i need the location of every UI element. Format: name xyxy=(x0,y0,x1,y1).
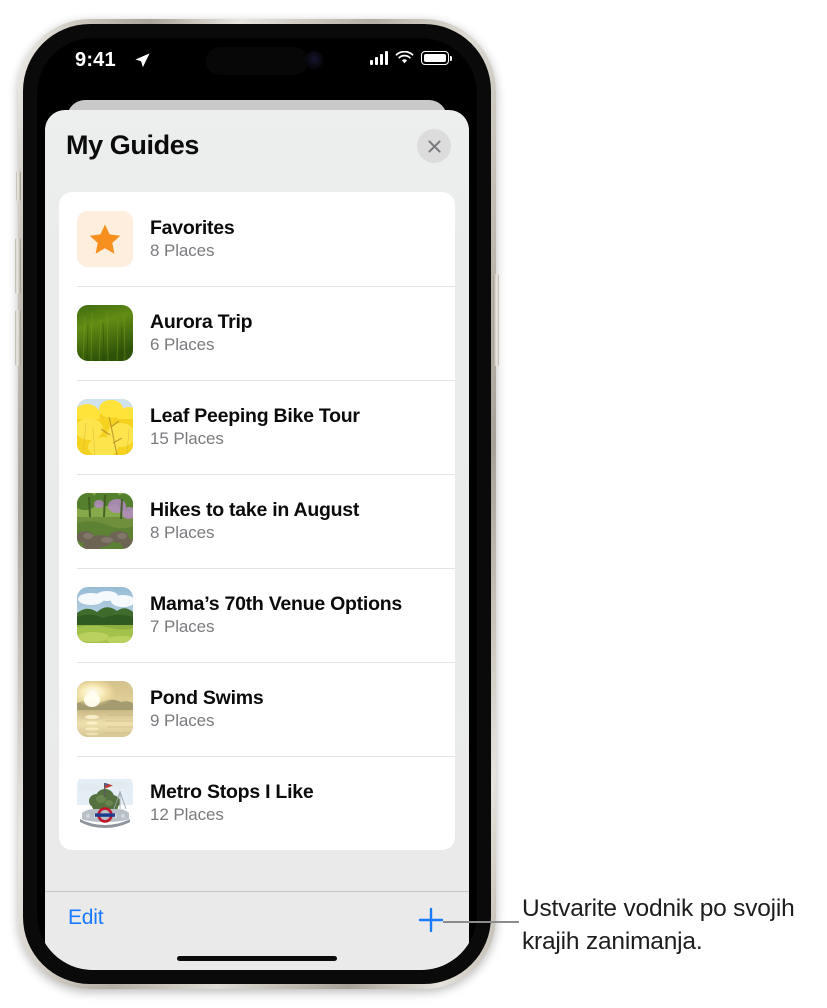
list-item-title: Pond Swims xyxy=(150,686,264,709)
list-item-title: Leaf Peeping Bike Tour xyxy=(150,404,360,427)
list-item-text: Mama’s 70th Venue Options 7 Places xyxy=(150,593,402,638)
list-item-subtitle: 8 Places xyxy=(150,241,215,261)
list-item-text: Hikes to take in August 8 Places xyxy=(150,499,359,544)
yellow-autumn-leaves-photo xyxy=(77,399,133,455)
volume-up-button[interactable] xyxy=(15,238,21,294)
sunset-pond-photo xyxy=(77,681,133,737)
close-button[interactable] xyxy=(417,129,451,163)
cellular-signal-icon xyxy=(370,51,388,65)
home-indicator xyxy=(177,956,337,961)
mute-switch-button[interactable] xyxy=(16,171,21,201)
list-item-subtitle: 8 Places xyxy=(150,523,215,543)
status-bar: 9:41 xyxy=(37,38,477,90)
volume-down-button[interactable] xyxy=(15,310,21,366)
location-arrow-icon xyxy=(135,53,150,68)
edit-button[interactable]: Edit xyxy=(68,906,104,930)
forest-trail-photo xyxy=(77,493,133,549)
battery-full-icon xyxy=(421,51,452,65)
page-title: My Guides xyxy=(66,130,199,160)
list-item-subtitle: 15 Places xyxy=(150,429,224,449)
meadow-sky-photo xyxy=(77,587,133,643)
list-item-subtitle: 6 Places xyxy=(150,335,215,355)
iphone-device-frame: 9:41 My Guides Favorites 8 Places Aurora… xyxy=(15,19,499,989)
list-item-text: Pond Swims 9 Places xyxy=(150,686,264,732)
status-bar-time: 9:41 xyxy=(75,49,116,71)
my-guides-sheet: My Guides Favorites 8 Places Aurora Trip… xyxy=(45,110,469,970)
add-guide-button[interactable] xyxy=(415,904,447,936)
status-bar-indicators xyxy=(370,51,452,65)
device-bezel: 9:41 My Guides Favorites 8 Places Aurora… xyxy=(23,24,491,984)
sheet-header: My Guides xyxy=(45,110,469,182)
callout-leader-line xyxy=(443,921,519,923)
front-camera-dot xyxy=(305,51,324,69)
plus-icon xyxy=(418,907,444,933)
green-field-photo xyxy=(77,305,133,361)
close-x-icon xyxy=(427,139,441,153)
list-item-title: Mama’s 70th Venue Options xyxy=(150,592,403,615)
list-item[interactable]: Leaf Peeping Bike Tour 15 Places xyxy=(59,380,455,474)
list-item[interactable]: Aurora Trip 6 Places xyxy=(59,286,455,380)
wifi-icon xyxy=(395,51,414,64)
list-item-title: Aurora Trip xyxy=(150,310,253,333)
callout-text: Ustvarite vodnik po svojih krajih zanima… xyxy=(522,895,795,955)
power-side-button[interactable] xyxy=(493,274,499,366)
list-item-text: Metro Stops I Like 12 Places xyxy=(150,780,314,826)
list-item-subtitle: 7 Places xyxy=(150,617,215,637)
list-item-title: Metro Stops I Like xyxy=(150,780,314,803)
device-screen: 9:41 My Guides Favorites 8 Places Aurora… xyxy=(37,38,477,970)
list-item[interactable]: Favorites 8 Places xyxy=(59,192,455,286)
list-item-title: Hikes to take in August xyxy=(150,498,360,521)
list-item-subtitle: 12 Places xyxy=(150,805,224,825)
star-favorites-icon xyxy=(77,211,133,267)
list-item-text: Leaf Peeping Bike Tour 15 Places xyxy=(150,405,360,450)
list-item-text: Aurora Trip 6 Places xyxy=(150,310,253,356)
list-item[interactable]: Metro Stops I Like 12 Places xyxy=(59,756,455,850)
list-item[interactable]: Hikes to take in August 8 Places xyxy=(59,474,455,568)
list-item-text: Favorites 8 Places xyxy=(150,216,235,262)
list-item-subtitle: 9 Places xyxy=(150,711,215,731)
guides-list: Favorites 8 Places Aurora Trip 6 Places … xyxy=(59,192,455,850)
list-item[interactable]: Pond Swims 9 Places xyxy=(59,662,455,756)
dynamic-island xyxy=(206,47,308,75)
london-underground-illustration xyxy=(77,775,133,831)
list-item[interactable]: Mama’s 70th Venue Options 7 Places xyxy=(59,568,455,662)
list-item-title: Favorites xyxy=(150,216,235,239)
